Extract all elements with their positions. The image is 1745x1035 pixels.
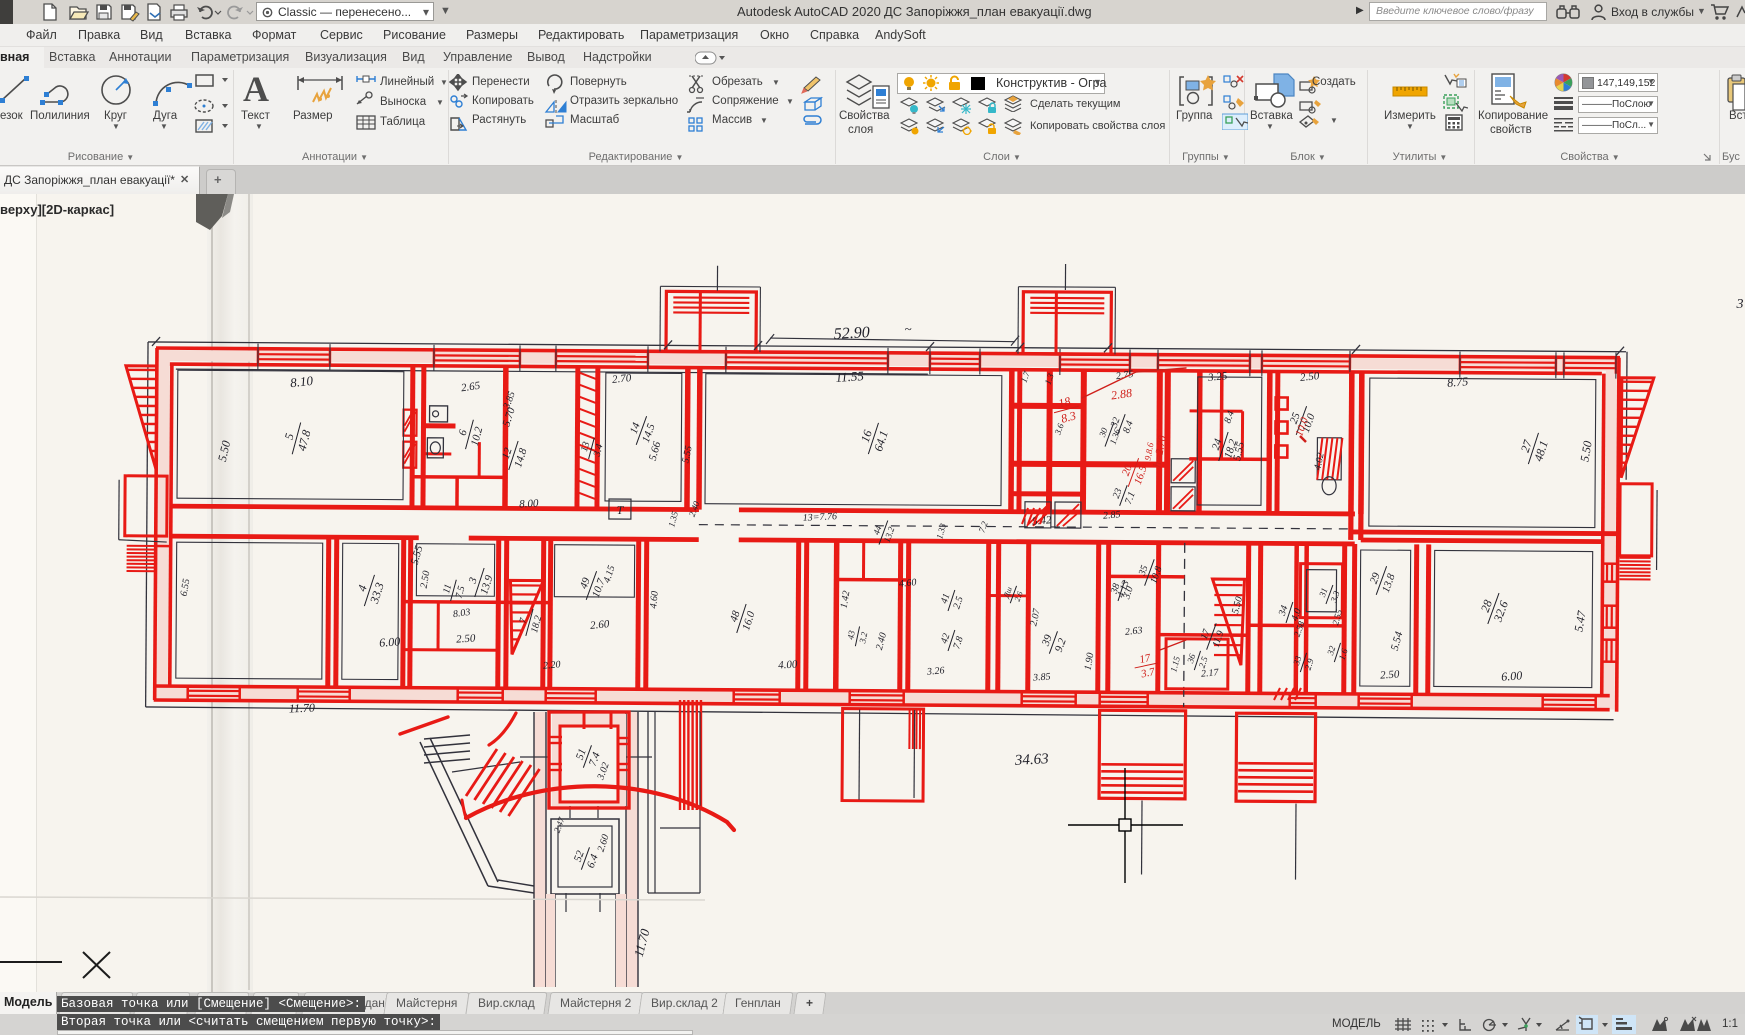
svg-text:1.3: 1.3 xyxy=(1043,372,1056,386)
svg-text:2.17: 2.17 xyxy=(1201,667,1220,680)
svg-text:13.8: 13.8 xyxy=(1380,572,1398,595)
svg-text:8.75: 8.75 xyxy=(1447,374,1469,390)
svg-text:1.90: 1.90 xyxy=(1083,652,1097,671)
svg-text:2.85: 2.85 xyxy=(1103,509,1121,521)
svg-text:7.8: 7.8 xyxy=(951,635,965,650)
svg-text:2.88: 2.88 xyxy=(1110,386,1133,403)
svg-text:6.55: 6.55 xyxy=(179,578,193,597)
svg-text:5.55: 5.55 xyxy=(680,445,694,464)
svg-text:8.3: 8.3 xyxy=(1059,408,1077,425)
svg-text:5.50: 5.50 xyxy=(1577,440,1594,463)
svg-text:3.25: 3.25 xyxy=(1206,370,1228,384)
svg-text:3.2: 3.2 xyxy=(857,631,869,646)
svg-text:18: 18 xyxy=(1057,394,1072,411)
svg-text:52.90: 52.90 xyxy=(833,324,870,343)
svg-text:8.03: 8.03 xyxy=(452,607,471,620)
svg-text:2.70: 2.70 xyxy=(611,372,632,386)
svg-text:1.6: 1.6 xyxy=(1337,647,1350,661)
svg-text:5: 5 xyxy=(282,432,297,441)
svg-text:2.65: 2.65 xyxy=(460,380,481,395)
svg-text:3.26: 3.26 xyxy=(926,665,945,678)
svg-text:3.85: 3.85 xyxy=(1032,671,1051,683)
svg-text:8.10: 8.10 xyxy=(289,373,314,390)
svg-text:2.63: 2.63 xyxy=(1124,625,1143,638)
svg-text:13=7.76: 13=7.76 xyxy=(802,511,837,524)
svg-text:8.00: 8.00 xyxy=(519,497,539,510)
svg-text:36: 36 xyxy=(1185,652,1198,665)
svg-text:2.47: 2.47 xyxy=(552,815,567,834)
svg-text:2.60: 2.60 xyxy=(590,618,611,632)
svg-text:4: 4 xyxy=(355,583,370,593)
svg-text:43: 43 xyxy=(845,629,857,640)
svg-text:~: ~ xyxy=(904,321,911,336)
svg-text:17: 17 xyxy=(1138,652,1152,666)
svg-text:8.4: 8.4 xyxy=(1121,419,1136,435)
svg-text:2.20: 2.20 xyxy=(543,659,561,671)
svg-text:6: 6 xyxy=(457,428,470,437)
svg-text:2.50: 2.50 xyxy=(456,632,477,645)
svg-text:33: 33 xyxy=(1291,654,1304,667)
svg-text:4.00: 4.00 xyxy=(778,658,799,671)
svg-text:3: 3 xyxy=(466,576,480,586)
svg-text:31: 31 xyxy=(1317,586,1330,599)
svg-text:5.47: 5.47 xyxy=(1571,609,1589,633)
svg-text:5.50: 5.50 xyxy=(215,439,233,463)
svg-text:6.00: 6.00 xyxy=(1501,668,1523,683)
svg-text:7.1: 7.1 xyxy=(1123,490,1138,506)
svg-text:4.60: 4.60 xyxy=(898,577,917,590)
svg-text:2.60: 2.60 xyxy=(596,833,612,853)
svg-text:33.3: 33.3 xyxy=(367,581,387,606)
svg-text:1.42: 1.42 xyxy=(839,590,853,609)
svg-text:34.63: 34.63 xyxy=(1014,751,1050,769)
svg-text:2.40: 2.40 xyxy=(874,631,889,651)
svg-text:1.35: 1.35 xyxy=(666,510,680,528)
svg-text:4.60: 4.60 xyxy=(648,591,660,609)
svg-text:2.50: 2.50 xyxy=(419,570,433,589)
svg-text:1.15: 1.15 xyxy=(1168,655,1182,673)
svg-text:7.2: 7.2 xyxy=(977,520,990,534)
svg-text:2.5: 2.5 xyxy=(1197,655,1210,669)
svg-text:2.9: 2.9 xyxy=(1303,657,1316,671)
svg-text:14.5: 14.5 xyxy=(640,422,658,445)
svg-text:1.33: 1.33 xyxy=(934,522,948,540)
svg-text:47.8: 47.8 xyxy=(295,428,314,452)
svg-text:2.6: 2.6 xyxy=(1013,590,1025,602)
svg-text:11.55: 11.55 xyxy=(835,368,865,385)
svg-text:2.07: 2.07 xyxy=(1028,607,1043,627)
svg-text:7.5: 7.5 xyxy=(454,585,468,600)
svg-text:39: 39 xyxy=(1039,633,1055,649)
svg-text:11.70: 11.70 xyxy=(289,701,316,716)
svg-text:3.7: 3.7 xyxy=(1139,666,1156,681)
svg-text:2.50: 2.50 xyxy=(1299,370,1320,384)
svg-text:3: 3 xyxy=(1736,297,1744,312)
svg-text:2.5: 2.5 xyxy=(951,595,965,610)
svg-text:1.36: 1.36 xyxy=(1108,427,1123,446)
svg-text:6.00: 6.00 xyxy=(379,634,401,649)
svg-text:2.50: 2.50 xyxy=(1380,668,1401,681)
svg-text:30: 30 xyxy=(1097,426,1110,439)
svg-text:32: 32 xyxy=(1325,644,1338,657)
svg-text:5.54: 5.54 xyxy=(1389,630,1406,652)
svg-text:3.4: 3.4 xyxy=(592,443,606,459)
svg-text:11: 11 xyxy=(441,583,454,595)
svg-text:4.15: 4.15 xyxy=(602,564,618,584)
